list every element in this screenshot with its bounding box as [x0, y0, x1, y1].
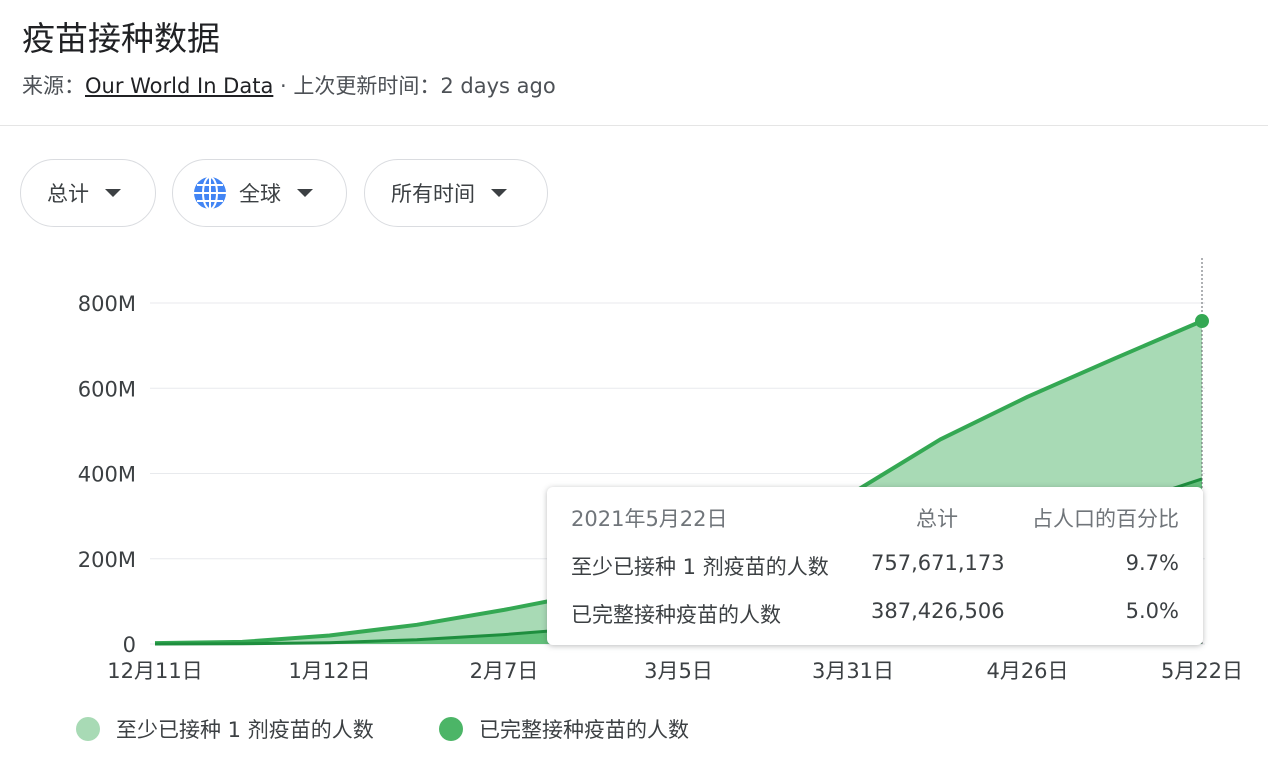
source-prefix: 来源：	[22, 74, 85, 98]
legend-label-series1: 至少已接种 1 剂疫苗的人数	[116, 718, 374, 742]
chevron-down-icon	[297, 189, 313, 197]
time-range-dropdown-label: 所有时间	[391, 182, 475, 206]
source-line: 来源：Our World In Data · 上次更新时间：2 days ago	[22, 70, 556, 100]
y-tick-label: 0	[123, 633, 136, 657]
source-link[interactable]: Our World In Data	[85, 74, 273, 98]
tooltip-header: 2021年5月22日 总计 占人口的百分比	[571, 503, 1179, 533]
tooltip-row-label: 已完整接种疫苗的人数	[571, 603, 781, 627]
region-dropdown[interactable]: 全球	[172, 159, 347, 227]
y-tick-label: 200M	[78, 548, 136, 572]
header-divider	[0, 125, 1268, 126]
legend-label-series2: 已完整接种疫苗的人数	[479, 718, 689, 742]
tooltip-row: 已完整接种疫苗的人数 387,426,506 5.0%	[571, 599, 1179, 629]
x-tick-label: 12月11日	[107, 659, 202, 683]
data-point-marker	[1195, 314, 1209, 329]
chevron-down-icon	[491, 189, 507, 197]
legend-swatch-series2	[439, 717, 463, 741]
tooltip-col-total: 总计	[916, 507, 958, 531]
x-tick-label: 1月12日	[288, 659, 370, 683]
metric-dropdown-label: 总计	[47, 182, 89, 206]
tooltip-date: 2021年5月22日	[571, 507, 728, 531]
x-tick-label: 4月26日	[986, 659, 1068, 683]
legend-item-series2[interactable]: 已完整接种疫苗的人数	[439, 714, 689, 744]
tooltip-row-percent: 5.0%	[1125, 599, 1179, 623]
update-text: · 上次更新时间：2 days ago	[273, 74, 556, 98]
legend-item-series1[interactable]: 至少已接种 1 剂疫苗的人数	[76, 714, 374, 744]
y-tick-label: 600M	[78, 377, 136, 401]
tooltip-row-total: 757,671,173	[871, 551, 1005, 575]
tooltip-row-label: 至少已接种 1 剂疫苗的人数	[571, 555, 829, 579]
legend-swatch-series1	[76, 717, 100, 741]
chart-tooltip: 2021年5月22日 总计 占人口的百分比 至少已接种 1 剂疫苗的人数 757…	[547, 487, 1203, 645]
y-tick-label: 400M	[78, 463, 136, 487]
tooltip-col-percent: 占人口的百分比	[1032, 507, 1179, 531]
region-dropdown-label: 全球	[239, 182, 281, 206]
x-tick-label: 2月7日	[470, 659, 539, 683]
tooltip-row-total: 387,426,506	[871, 599, 1005, 623]
x-tick-label: 3月5日	[644, 659, 713, 683]
tooltip-row: 至少已接种 1 剂疫苗的人数 757,671,173 9.7%	[571, 551, 1179, 581]
chevron-down-icon	[105, 189, 121, 197]
tooltip-row-percent: 9.7%	[1125, 551, 1179, 575]
time-range-dropdown[interactable]: 所有时间	[364, 159, 548, 227]
x-tick-label: 5月22日	[1161, 659, 1243, 683]
globe-icon	[194, 176, 226, 210]
page-title: 疫苗接种数据	[22, 19, 220, 58]
x-tick-label: 3月31日	[812, 659, 894, 683]
y-tick-label: 800M	[78, 292, 136, 316]
metric-dropdown[interactable]: 总计	[20, 159, 156, 227]
